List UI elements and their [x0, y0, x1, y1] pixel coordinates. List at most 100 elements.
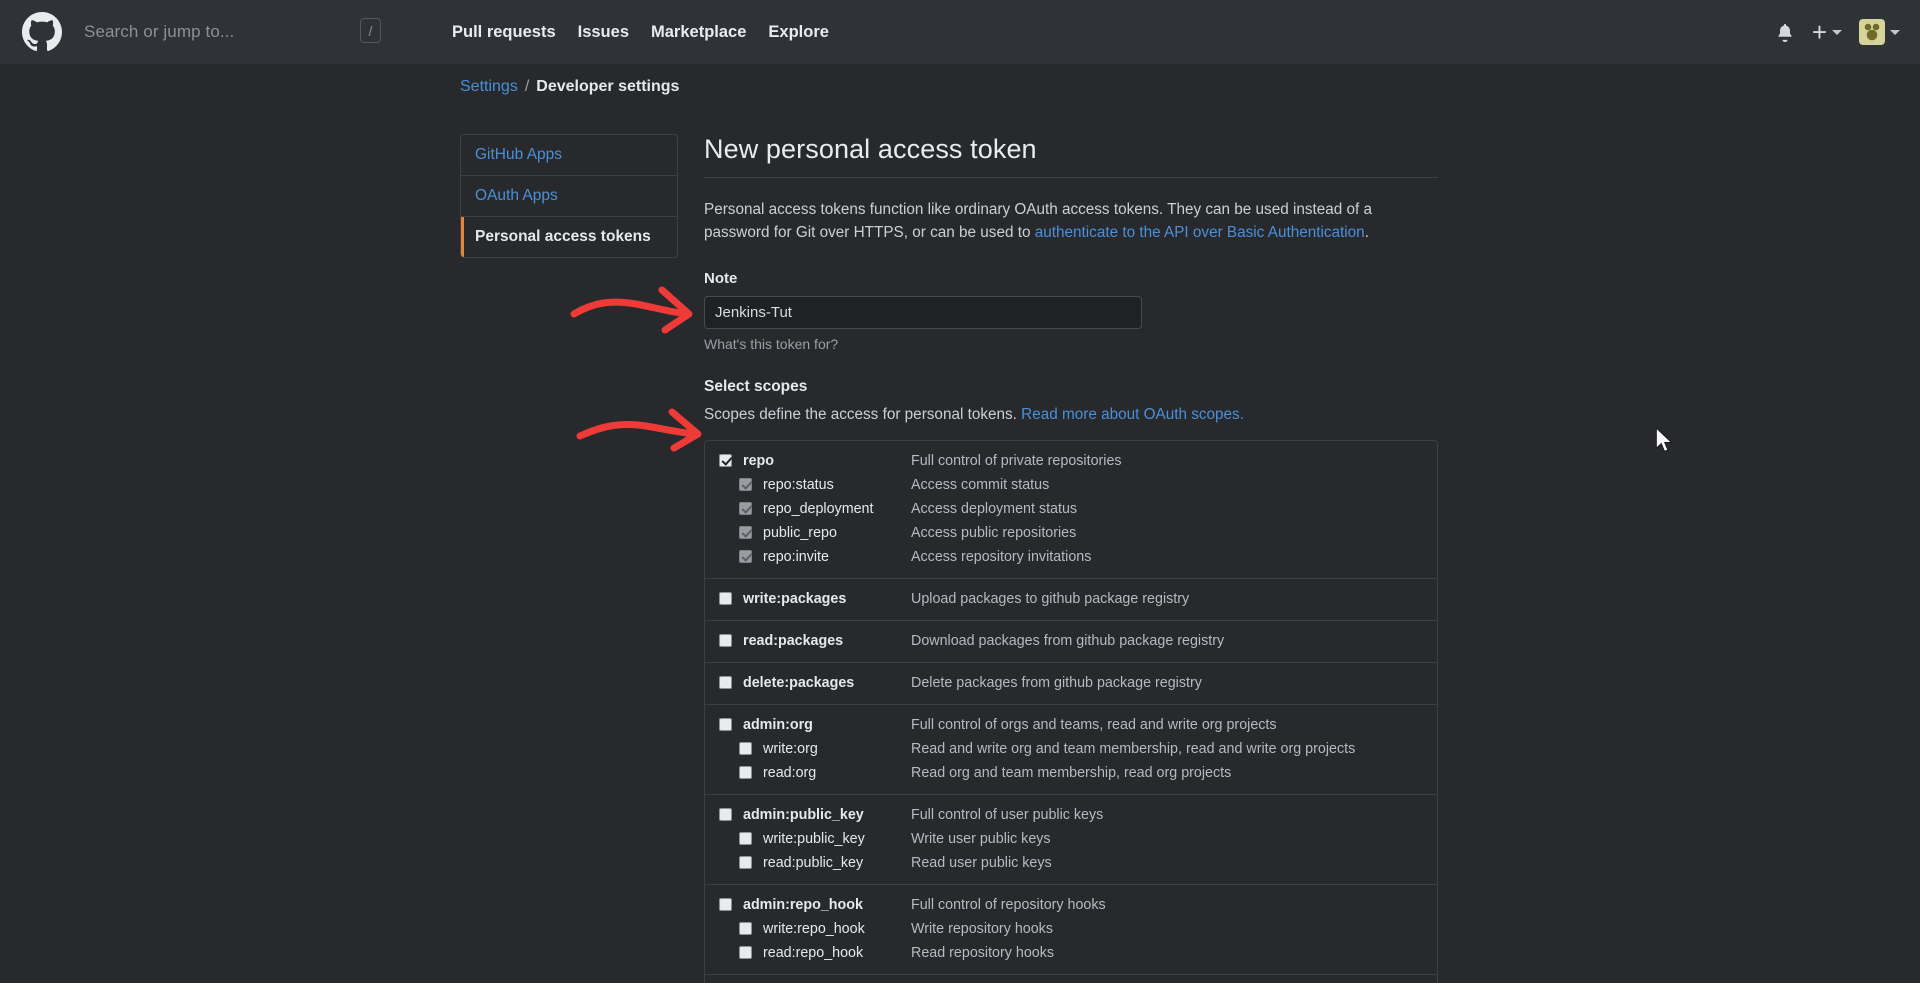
scope-checkbox-read-packages[interactable]	[719, 634, 732, 647]
scope-row[interactable]: write:repo_hook Write repository hooks	[705, 917, 1437, 941]
bell-icon[interactable]	[1775, 21, 1795, 43]
nav-explore[interactable]: Explore	[768, 23, 829, 42]
scope-description: Full control of private repositories	[911, 452, 1122, 469]
scope-name-label[interactable]: write:public_key	[763, 831, 911, 847]
scope-description: Full control of orgs and teams, read and…	[911, 716, 1277, 733]
scope-description: Write user public keys	[911, 830, 1051, 847]
scope-checkbox-write-repo-hook[interactable]	[739, 922, 752, 935]
scope-checkbox-repo-deployment	[739, 502, 752, 515]
scope-row[interactable]: read:packages Download packages from gith…	[705, 629, 1437, 653]
scope-group: write:packages Upload packages to github …	[705, 579, 1437, 621]
scope-name-label[interactable]: read:org	[763, 765, 911, 781]
page-title: New personal access token	[704, 134, 1037, 164]
scope-name-label[interactable]: repo:status	[763, 477, 911, 493]
scope-description: Read user public keys	[911, 854, 1052, 871]
scope-name-label[interactable]: write:repo_hook	[763, 921, 911, 937]
scope-row[interactable]: repo Full control of private repositories	[705, 449, 1437, 473]
developer-settings-sidebar: GitHub Apps OAuth Apps Personal access t…	[460, 134, 678, 258]
scope-name-label[interactable]: read:repo_hook	[763, 945, 911, 961]
scope-row[interactable]: admin:repo_hook Full control of repositor…	[705, 893, 1437, 917]
github-mark-icon[interactable]	[22, 12, 62, 52]
sidebar-item-github-apps[interactable]: GitHub Apps	[461, 135, 677, 176]
scope-group: repo Full control of private repositories…	[705, 441, 1437, 579]
scope-description: Upload packages to github package regist…	[911, 590, 1190, 607]
scope-row[interactable]: read:org Read org and team membership, re…	[705, 761, 1437, 785]
scope-name-label[interactable]: admin:org	[743, 717, 911, 733]
scope-name-label[interactable]: read:packages	[743, 633, 911, 649]
scope-checkbox-read-public-key[interactable]	[739, 856, 752, 869]
scope-row[interactable]: write:packages Upload packages to github …	[705, 587, 1437, 611]
title-divider	[704, 177, 1438, 178]
nav-issues[interactable]: Issues	[578, 23, 629, 42]
scope-row[interactable]: admin:public_key Full control of user pub…	[705, 803, 1437, 827]
scope-row[interactable]: repo:invite Access repository invitations	[705, 545, 1437, 569]
scope-description: Full control of repository hooks	[911, 896, 1106, 913]
breadcrumb: Settings / Developer settings	[0, 64, 1920, 110]
basic-auth-doc-link[interactable]: authenticate to the API over Basic Authe…	[1035, 224, 1365, 241]
scope-row[interactable]: write:public_key Write user public keys	[705, 827, 1437, 851]
scope-name-label[interactable]: write:org	[763, 741, 911, 757]
scope-checkbox-admin-repo-hook[interactable]	[719, 898, 732, 911]
scope-row[interactable]: public_repo Access public repositories	[705, 521, 1437, 545]
scope-row[interactable]: delete:packages Delete packages from gith…	[705, 671, 1437, 695]
scope-description: Access commit status	[911, 476, 1050, 493]
scope-group: admin:org_hookFull control of organizati…	[705, 975, 1437, 983]
scope-group: delete:packages Delete packages from gith…	[705, 663, 1437, 705]
scope-checkbox-repo[interactable]	[719, 454, 732, 467]
scope-name-label[interactable]: repo_deployment	[763, 501, 911, 517]
scope-row[interactable]: repo:status Access commit status	[705, 473, 1437, 497]
scope-name-label[interactable]: delete:packages	[743, 675, 911, 691]
scope-name-label[interactable]: admin:public_key	[743, 807, 911, 823]
nav-pull-requests[interactable]: Pull requests	[452, 23, 556, 42]
scope-row[interactable]: repo_deployment Access deployment status	[705, 497, 1437, 521]
search-input[interactable]: Search or jump to... /	[84, 15, 384, 49]
scope-name-label[interactable]: repo:invite	[763, 549, 911, 565]
scope-checkbox-read-org[interactable]	[739, 766, 752, 779]
scope-description: Write repository hooks	[911, 920, 1053, 937]
scope-name-label[interactable]: admin:repo_hook	[743, 897, 911, 913]
sidebar-item-personal-access-tokens[interactable]: Personal access tokens	[461, 217, 677, 257]
scope-description: Full control of user public keys	[911, 806, 1104, 823]
scope-checkbox-admin-public-key[interactable]	[719, 808, 732, 821]
sidebar-item-oauth-apps[interactable]: OAuth Apps	[461, 176, 677, 217]
scope-checkbox-write-org[interactable]	[739, 742, 752, 755]
scope-row[interactable]: write:org Read and write org and team mem…	[705, 737, 1437, 761]
scope-group: read:packages Download packages from gith…	[705, 621, 1437, 663]
avatar	[1859, 19, 1885, 45]
scope-name-label[interactable]: read:public_key	[763, 855, 911, 871]
scope-checkbox-delete-packages[interactable]	[719, 676, 732, 689]
user-menu-button[interactable]	[1859, 19, 1900, 45]
scope-row[interactable]: read:public_key Read user public keys	[705, 851, 1437, 875]
scopes-description: Scopes define the access for personal to…	[704, 406, 1438, 424]
scope-group: admin:repo_hook Full control of repositor…	[705, 885, 1437, 975]
page-body: GitHub Apps OAuth Apps Personal access t…	[0, 110, 1920, 983]
breadcrumb-current: Developer settings	[536, 78, 680, 95]
scope-description: Access repository invitations	[911, 548, 1092, 565]
global-header: Search or jump to... / Pull requests Iss…	[0, 0, 1920, 64]
note-label: Note	[704, 269, 738, 287]
breadcrumb-settings-link[interactable]: Settings	[460, 78, 518, 96]
scopes-description-text: Scopes define the access for personal to…	[704, 405, 1022, 423]
scope-row[interactable]: admin:org Full control of orgs and teams,…	[705, 713, 1437, 737]
scope-checkbox-write-packages[interactable]	[719, 592, 732, 605]
scope-row[interactable]: read:repo_hook Read repository hooks	[705, 941, 1437, 965]
scope-description: Read repository hooks	[911, 944, 1055, 961]
nav-marketplace[interactable]: Marketplace	[651, 23, 746, 42]
oauth-scopes-doc-link[interactable]: Read more about OAuth scopes.	[1021, 406, 1244, 423]
mouse-cursor	[1656, 428, 1673, 453]
create-new-button[interactable]: +	[1812, 19, 1842, 45]
scope-checkbox-repo-status	[739, 478, 752, 491]
scope-checkbox-write-public-key[interactable]	[739, 832, 752, 845]
scope-description: Access public repositories	[911, 524, 1077, 541]
scope-checkbox-admin-org[interactable]	[719, 718, 732, 731]
scope-description: Download packages from github package re…	[911, 632, 1225, 649]
scope-name-label[interactable]: repo	[743, 453, 911, 469]
scope-name-label[interactable]: public_repo	[763, 525, 911, 541]
scope-checkbox-repo-invite	[739, 550, 752, 563]
intro-text-part2: .	[1364, 224, 1369, 242]
note-input[interactable]	[704, 295, 1142, 329]
scope-checkbox-read-repo-hook[interactable]	[739, 946, 752, 959]
scope-checkbox-public-repo	[739, 526, 752, 539]
header-actions: +	[1775, 0, 1900, 64]
scope-name-label[interactable]: write:packages	[743, 591, 911, 607]
